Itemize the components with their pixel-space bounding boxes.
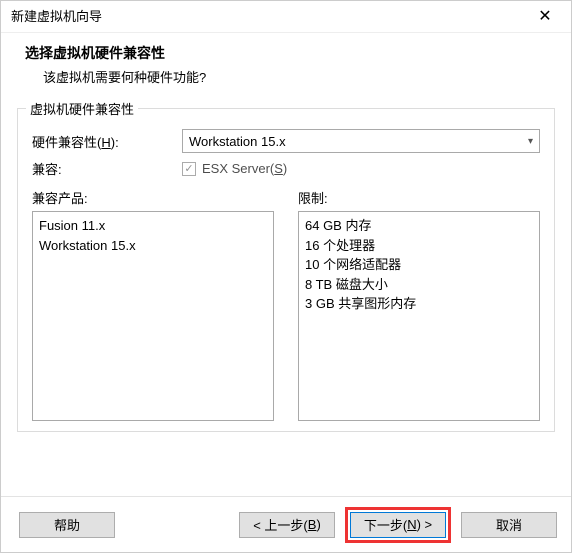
list-item: 8 TB 磁盘大小: [305, 275, 533, 295]
chevron-down-icon: ▾: [528, 136, 533, 147]
wizard-header: 选择虚拟机硬件兼容性 该虚拟机需要何种硬件功能?: [1, 33, 571, 102]
esx-checkbox[interactable]: ✓: [182, 162, 196, 176]
limits-col: 限制: 64 GB 内存16 个处理器10 个网络适配器8 TB 磁盘大小3 G…: [298, 188, 540, 421]
list-item: 64 GB 内存: [305, 216, 533, 236]
products-list[interactable]: Fusion 11.xWorkstation 15.x: [32, 211, 274, 421]
lists-row: 兼容产品: Fusion 11.xWorkstation 15.x 限制: 64…: [32, 188, 540, 421]
cancel-button[interactable]: 取消: [461, 512, 557, 538]
titlebar: 新建虚拟机向导 ✕: [1, 1, 571, 33]
list-item[interactable]: Fusion 11.x: [39, 216, 267, 236]
wizard-dialog: 新建虚拟机向导 ✕ 选择虚拟机硬件兼容性 该虚拟机需要何种硬件功能? 虚拟机硬件…: [0, 0, 572, 553]
compat-dropdown[interactable]: Workstation 15.x ▾: [182, 129, 540, 153]
compat-value: Workstation 15.x: [189, 134, 286, 149]
wizard-footer: 帮助 < 上一步(B) 下一步(N) > 取消: [1, 496, 571, 552]
compatible-row: 兼容: ✓ ESX Server(S): [32, 159, 540, 178]
window-title: 新建虚拟机向导: [11, 1, 102, 33]
limits-list[interactable]: 64 GB 内存16 个处理器10 个网络适配器8 TB 磁盘大小3 GB 共享…: [298, 211, 540, 421]
next-button[interactable]: 下一步(N) >: [350, 512, 446, 538]
close-icon[interactable]: ✕: [529, 1, 561, 33]
back-button[interactable]: < 上一步(B): [239, 512, 335, 538]
next-button-highlight: 下一步(N) >: [345, 507, 451, 543]
list-item[interactable]: Workstation 15.x: [39, 236, 267, 256]
compatible-label: 兼容:: [32, 159, 182, 178]
group-legend: 虚拟机硬件兼容性: [26, 99, 138, 118]
esx-checkbox-row: ✓ ESX Server(S): [182, 161, 287, 176]
hardware-compat-group: 虚拟机硬件兼容性 硬件兼容性(H): Workstation 15.x ▾ 兼容…: [17, 108, 555, 432]
products-label: 兼容产品:: [32, 188, 274, 207]
list-item: 10 个网络适配器: [305, 255, 533, 275]
list-item: 16 个处理器: [305, 236, 533, 256]
limits-label: 限制:: [298, 188, 540, 207]
page-title: 选择虚拟机硬件兼容性: [25, 43, 547, 63]
compat-row: 硬件兼容性(H): Workstation 15.x ▾: [32, 129, 540, 153]
page-subtitle: 该虚拟机需要何种硬件功能?: [25, 63, 547, 86]
help-button[interactable]: 帮助: [19, 512, 115, 538]
compat-label: 硬件兼容性(H):: [32, 132, 182, 151]
list-item: 3 GB 共享图形内存: [305, 294, 533, 314]
nav-buttons: < 上一步(B) 下一步(N) > 取消: [239, 507, 557, 543]
products-col: 兼容产品: Fusion 11.xWorkstation 15.x: [32, 188, 274, 421]
esx-label: ESX Server(S): [202, 161, 287, 176]
